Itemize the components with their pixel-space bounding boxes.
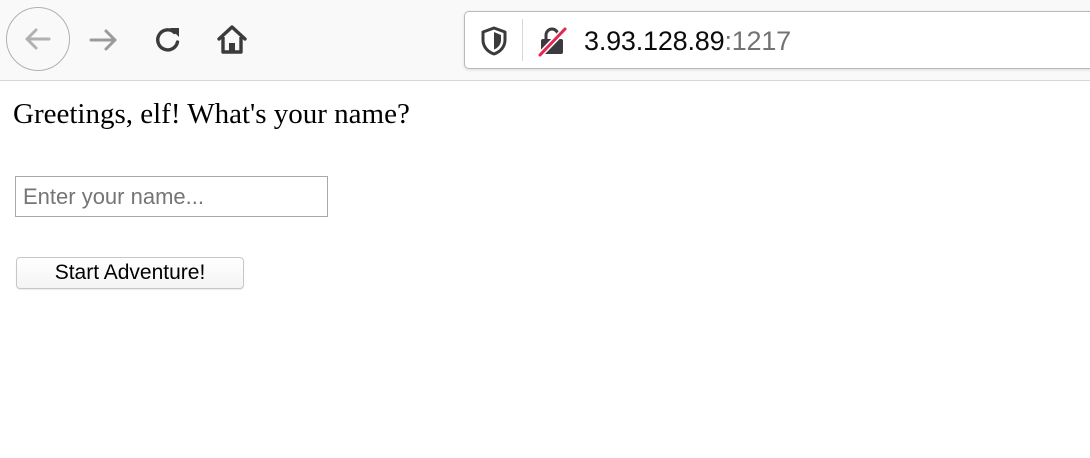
address-text[interactable]: 3.93.128.89:1217 [584, 26, 791, 56]
start-adventure-button[interactable]: Start Adventure! [16, 257, 244, 289]
shield-icon [481, 26, 507, 56]
url-host: 3.93.128.89 [584, 26, 725, 56]
url-bar[interactable]: 3.93.128.89:1217 [464, 11, 1090, 69]
reload-icon [156, 28, 180, 52]
greeting-heading: Greetings, elf! What's your name? [13, 98, 410, 130]
url-bar-divider [522, 19, 523, 61]
home-button[interactable] [210, 18, 254, 62]
forward-button[interactable] [82, 18, 126, 62]
reload-button[interactable] [146, 18, 190, 62]
insecure-lock-icon [537, 26, 568, 57]
forward-arrow-icon [89, 29, 117, 51]
back-arrow-icon [25, 28, 51, 50]
page-content: Greetings, elf! What's your name? Start … [0, 82, 1090, 458]
browser-toolbar: 3.93.128.89:1217 [0, 0, 1090, 81]
url-port: :1217 [724, 26, 792, 56]
name-input[interactable] [15, 176, 328, 217]
back-button[interactable] [6, 7, 70, 71]
tracking-protection-button[interactable] [479, 26, 509, 56]
connection-info-button[interactable] [535, 24, 569, 58]
home-icon [217, 25, 247, 54]
